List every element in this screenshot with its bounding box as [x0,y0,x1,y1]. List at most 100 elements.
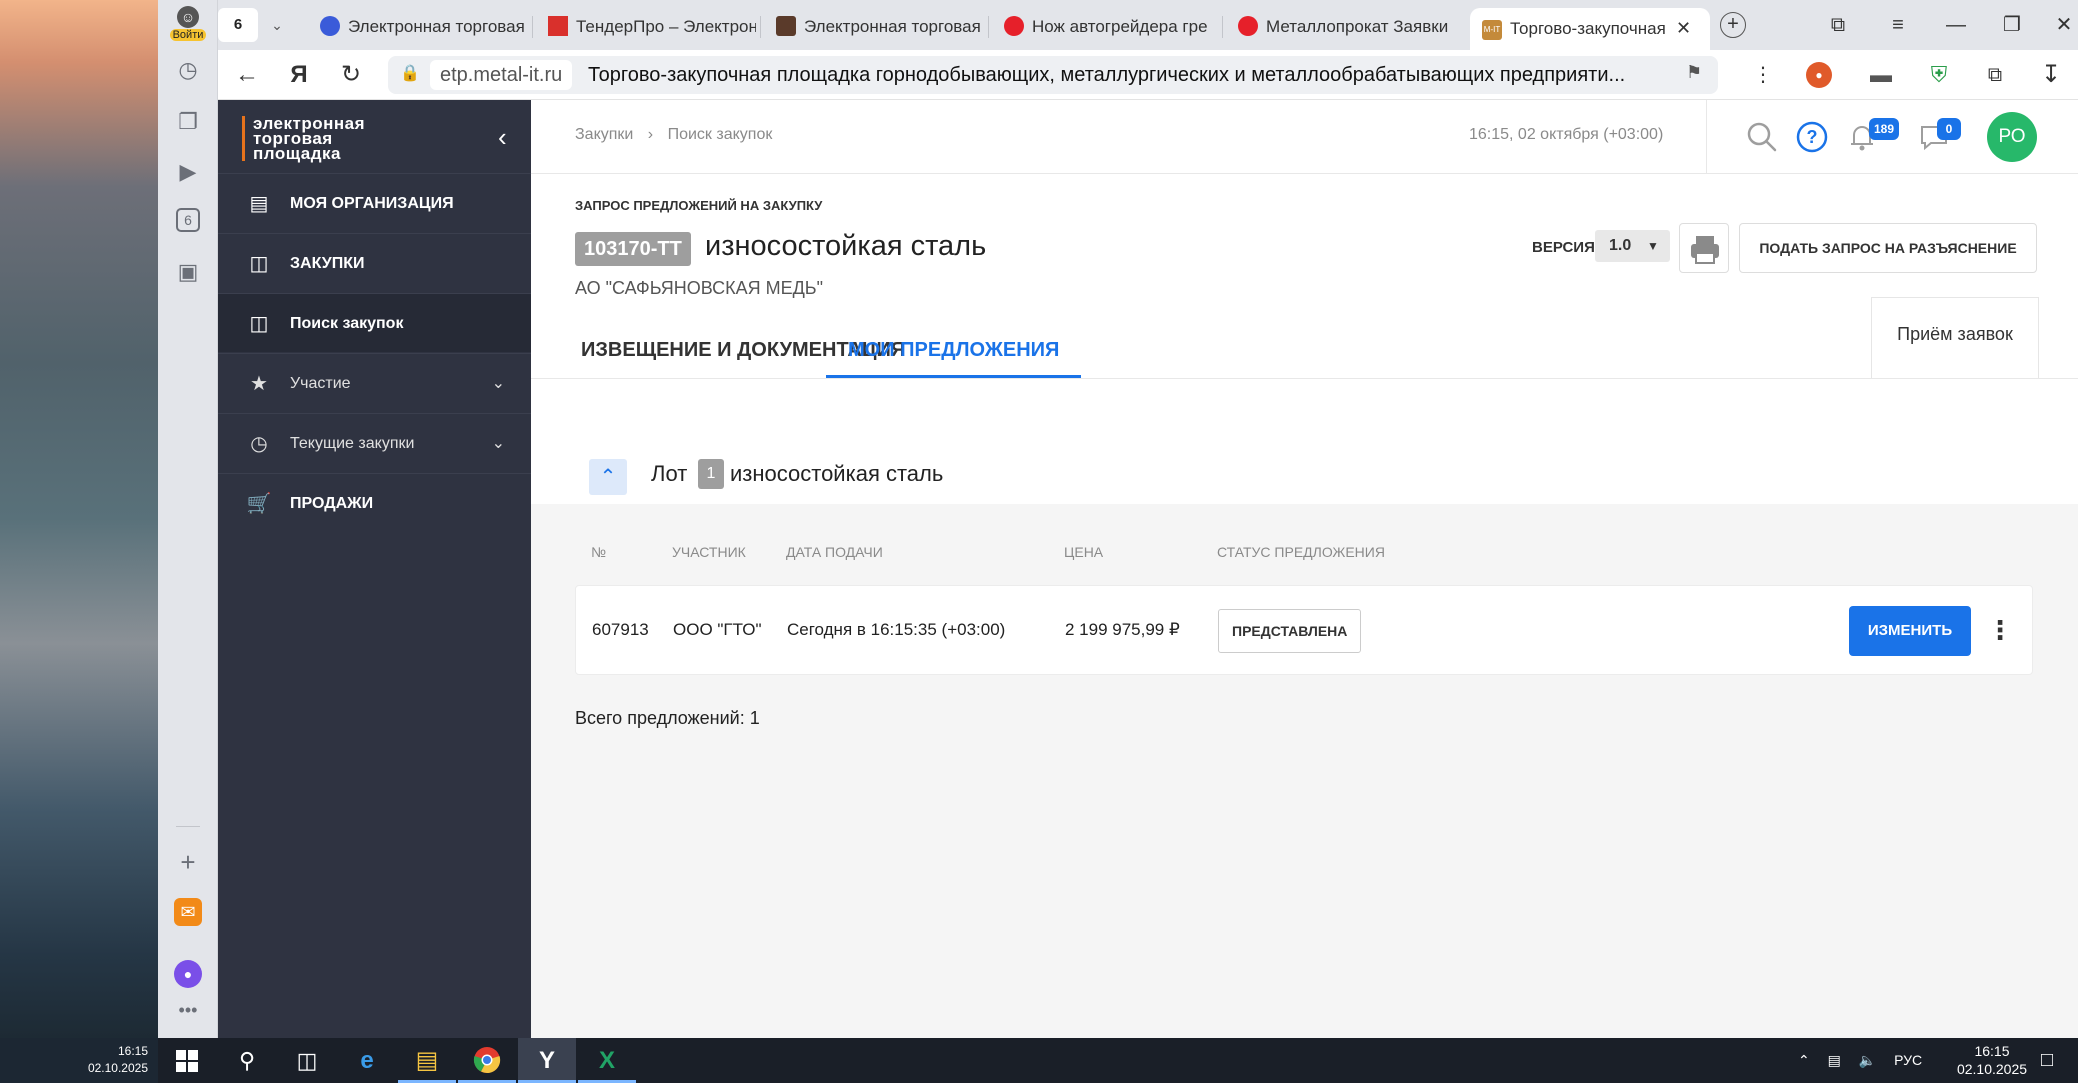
column-header-price: ЦЕНА [1064,544,1104,560]
back-icon[interactable]: ← [232,60,262,90]
address-domain[interactable]: etp.metal-it.ru [430,60,573,90]
notifications-badge: 189 [1869,118,1900,140]
chrome-icon[interactable] [458,1038,516,1083]
clock-icon: ◷ [250,433,268,455]
version-label: ВЕРСИЯ [1532,239,1595,256]
volume-icon[interactable]: 🔈 [1859,1052,1876,1068]
main-content: Закупки › Поиск закупок 16:15, 02 октябр… [531,100,2078,1038]
tab-6-active[interactable]: M-IT Торгово-закупочная ✕ [1470,8,1710,50]
browser-sidebar: ☺ Войти ◷ ❐ ▶ 6 ▣ + ✉ ● ••• [158,0,218,1038]
tab-favicon [1004,16,1024,36]
tab-1[interactable]: Электронная торговая [308,6,528,46]
notification-center-icon[interactable]: □ [2018,1038,2076,1083]
more-icon[interactable]: ••• [174,996,202,1024]
column-header-participant: УЧАСТНИК [672,544,746,560]
ie-icon[interactable]: e [338,1038,396,1083]
protect-icon[interactable]: ⛨ [1924,60,1954,90]
start-icon[interactable] [158,1038,216,1083]
version-select[interactable]: 1.0 ▼ [1595,230,1670,262]
offer-status-badge: ПРЕДСТАВЛЕНА [1218,609,1362,653]
tab-my-offers[interactable]: МОИ ПРЕДЛОЖЕНИЯ [826,326,1082,378]
logo[interactable]: электронная торговая площадка [242,115,365,162]
table-row: 607913 ООО "ГТО" Сегодня в 16:15:35 (+03… [575,585,2033,675]
breadcrumb-search[interactable]: Поиск закупок [668,126,773,143]
tab-5[interactable]: Металлопрокат Заявки [1226,6,1452,46]
new-tab-icon[interactable]: + [1720,12,1746,38]
tab-title: Электронная торговая [348,17,525,36]
network-icon[interactable]: ▤ [1828,1052,1841,1068]
add-icon[interactable]: + [174,848,202,876]
alice-icon[interactable]: ● [174,960,202,988]
restore-icon[interactable]: ❐ [1992,8,2032,42]
excel-icon[interactable]: X [578,1038,636,1083]
browser-toolbar: ← Я ↻ 🔒 etp.metal-it.ru Торгово-закупочн… [218,50,2078,100]
search-icon[interactable]: ⚲ [218,1038,276,1083]
history-icon[interactable]: ◷ [174,56,202,84]
help-icon[interactable]: ? [1795,120,1829,154]
sidebar-item-label: Участие [290,375,351,392]
sidebar-item-purchases[interactable]: ◫ ЗАКУПКИ [218,233,531,292]
yandex-browser-icon[interactable]: Y [518,1038,576,1083]
version-value: 1.0 [1609,237,1632,254]
translate-icon[interactable]: ⧉ [1980,60,2010,90]
ask-clarification-button[interactable]: ПОДАТЬ ЗАПРОС НА РАЗЪЯСНЕНИЕ [1739,223,2037,273]
chevron-left-icon[interactable]: ‹ [498,122,507,152]
notifications-button[interactable]: 189 [1845,118,1900,154]
tab-group-button[interactable]: 6 [218,8,258,42]
edit-offer-button[interactable]: ИЗМЕНИТЬ [1849,606,1971,656]
tab-favicon [776,16,796,36]
close-tab-icon[interactable]: ✕ [1676,18,1691,39]
offers-total: Всего предложений: 1 [575,708,760,728]
chevron-up-icon[interactable]: ⌃ [589,459,627,495]
tabs-panel-icon[interactable]: ⧉ [1818,8,1858,42]
chevron-up-icon[interactable]: ⌃ [1798,1052,1810,1068]
breadcrumb: Закупки › Поиск закупок [575,126,772,144]
collections-icon[interactable]: ❐ [174,108,202,136]
yandex-icon[interactable]: Я [284,60,314,90]
sidebar-item-label: Поиск закупок [290,315,404,332]
tab-4[interactable]: Нож автогрейдера гре [992,6,1218,46]
sidebar-item-label: МОЯ ОРГАНИЗАЦИЯ [290,195,454,212]
sidebar-item-sales[interactable]: 🛒 ПРОДАЖИ [218,473,531,532]
page-menu-icon[interactable]: ⋮ [1748,60,1778,90]
print-button[interactable] [1679,223,1729,273]
procurement-header: ЗАПРОС ПРЕДЛОЖЕНИЙ НА ЗАКУПКУ 103170-ТТ … [531,174,2078,504]
box-icon: ◫ [249,313,269,335]
address-bar[interactable]: 🔒 etp.metal-it.ru Торгово-закупочная пло… [388,56,1718,94]
login-label: Войти [170,29,206,41]
avatar[interactable]: РО [1987,112,2037,162]
reload-icon[interactable]: ↻ [336,60,366,90]
tab-favicon [320,16,340,36]
user-icon: ☺ [177,6,199,28]
sidebar-item-organization[interactable]: ▤ МОЯ ОРГАНИЗАЦИЯ [218,173,531,232]
more-vertical-icon[interactable]: ⋮ [1986,606,2014,656]
language-indicator[interactable]: РУС [1894,1052,1922,1068]
messages-badge: 0 [1937,118,1961,140]
close-window-icon[interactable]: ✕ [2044,8,2078,42]
screenshot-icon[interactable]: ▣ [174,258,202,286]
profile-button[interactable]: ☺ Войти [170,6,206,41]
download-icon[interactable]: ↧ [2036,60,2066,90]
chevron-down-icon[interactable]: ⌄ [262,8,292,42]
bookmark-icon[interactable]: ⚑ [1686,62,1702,83]
extension-tray-icon[interactable]: ▬ [1866,60,1896,90]
minimize-icon[interactable]: — [1936,8,1976,42]
tabs-count-icon[interactable]: 6 [176,208,200,232]
task-view-icon[interactable]: ◫ [278,1038,336,1083]
menu-icon[interactable]: ≡ [1878,8,1918,42]
status-badge: Приём заявок [1871,297,2039,379]
search-icon[interactable] [1745,120,1779,154]
mail-icon[interactable]: ✉ [174,898,202,926]
explorer-icon[interactable]: ▤ [398,1038,456,1083]
tab-title: Электронная торговая [804,17,981,36]
tab-2[interactable]: ТендерПро – Электрон [536,6,756,46]
extension-icon[interactable]: ● [1806,62,1832,88]
messages-button[interactable]: 0 [1917,118,1961,154]
breadcrumb-purchases[interactable]: Закупки [575,126,633,143]
column-header-date: ДАТА ПОДАЧИ [786,544,883,560]
tab-3[interactable]: Электронная торговая [764,6,984,46]
video-icon[interactable]: ▶ [174,158,202,186]
sidebar-item-participation[interactable]: ★ Участие ⌄ [218,353,531,412]
sidebar-item-current-purchases[interactable]: ◷ Текущие закупки ⌄ [218,413,531,472]
sidebar-item-search-purchases[interactable]: ◫ Поиск закупок [218,293,531,352]
